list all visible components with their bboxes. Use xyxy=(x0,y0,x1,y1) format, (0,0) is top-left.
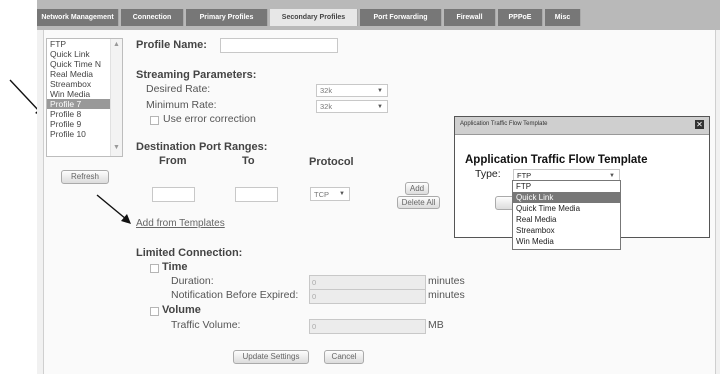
destination-port-ranges-heading: Destination Port Ranges: xyxy=(136,141,268,153)
col-from-header: From xyxy=(159,155,187,167)
notification-label: Notification Before Expired: xyxy=(171,289,299,301)
protocol-select[interactable]: TCP ▼ xyxy=(310,187,350,201)
error-correction-checkbox[interactable] xyxy=(150,116,159,125)
limited-connection-heading: Limited Connection: xyxy=(136,247,243,259)
profile-list-item[interactable]: Streambox xyxy=(47,79,112,89)
profile-list-item[interactable]: FTP xyxy=(47,39,112,49)
notification-unit: minutes xyxy=(428,289,465,301)
delete-all-button[interactable]: Delete All xyxy=(397,196,440,209)
time-label: Time xyxy=(162,261,188,273)
desired-rate-label: Desired Rate: xyxy=(146,83,211,95)
tab-pppoe[interactable]: PPPoE xyxy=(498,9,543,26)
col-protocol-header: Protocol xyxy=(309,156,354,168)
profile-listbox[interactable]: FTP Quick Link Quick Time N Real Media S… xyxy=(46,38,123,157)
type-value: FTP xyxy=(517,171,532,180)
dropdown-option[interactable]: Quick Time Media xyxy=(513,203,620,214)
scroll-down-icon[interactable]: ▼ xyxy=(113,144,120,151)
traffic-volume-input[interactable]: 0 xyxy=(309,319,426,334)
type-label: Type: xyxy=(475,168,501,180)
minimum-rate-select[interactable]: 32k ▼ xyxy=(316,100,388,113)
dialog-window-title: Application Traffic Flow Template xyxy=(460,121,548,127)
time-checkbox[interactable] xyxy=(150,264,159,273)
col-to-header: To xyxy=(242,155,255,167)
chevron-down-icon: ▼ xyxy=(377,88,383,94)
profile-list-item[interactable]: Quick Time N xyxy=(47,59,112,69)
add-button[interactable]: Add xyxy=(405,182,429,195)
dialog-heading: Application Traffic Flow Template xyxy=(465,154,648,166)
notification-input[interactable]: 0 xyxy=(309,289,426,304)
dropdown-option[interactable]: FTP xyxy=(513,181,620,192)
profile-list-item-selected[interactable]: Profile 7 xyxy=(47,99,112,109)
volume-checkbox[interactable] xyxy=(150,307,159,316)
desired-rate-value: 32k xyxy=(320,86,333,95)
close-icon[interactable]: ✕ xyxy=(695,120,704,129)
refresh-button[interactable]: Refresh xyxy=(61,170,109,184)
chevron-down-icon: ▼ xyxy=(377,104,383,110)
volume-label: Volume xyxy=(162,304,201,316)
minimum-rate-value: 32k xyxy=(320,102,333,111)
tab-secondary-profiles[interactable]: Secondary Profiles xyxy=(270,9,358,26)
profile-list-item[interactable]: Profile 10 xyxy=(47,129,112,139)
tab-connection[interactable]: Connection xyxy=(121,9,184,26)
protocol-value: TCP xyxy=(314,190,329,199)
callout-arrow-templates xyxy=(96,194,131,224)
dropdown-option[interactable]: Streambox xyxy=(513,225,620,236)
traffic-volume-label: Traffic Volume: xyxy=(171,319,241,331)
scroll-up-icon[interactable]: ▲ xyxy=(113,41,120,48)
cancel-button[interactable]: Cancel xyxy=(324,350,364,364)
tab-firewall[interactable]: Firewall xyxy=(444,9,496,26)
chevron-down-icon: ▼ xyxy=(339,191,345,197)
duration-unit: minutes xyxy=(428,275,465,287)
duration-label: Duration: xyxy=(171,275,214,287)
profile-list-item[interactable]: Profile 8 xyxy=(47,109,112,119)
duration-input[interactable]: 0 xyxy=(309,275,426,290)
dropdown-option[interactable]: Win Media xyxy=(513,236,620,247)
profile-name-input[interactable] xyxy=(220,38,338,53)
listbox-scrollbar[interactable]: ▲ ▼ xyxy=(110,39,122,156)
tab-port-forwarding[interactable]: Port Forwarding xyxy=(360,9,442,26)
error-correction-label: Use error correction xyxy=(163,113,256,125)
port-to-input[interactable] xyxy=(235,187,278,202)
tab-primary-profiles[interactable]: Primary Profiles xyxy=(186,9,268,26)
dropdown-option-highlighted[interactable]: Quick Link xyxy=(513,192,620,203)
minimum-rate-label: Minimum Rate: xyxy=(146,99,217,111)
update-settings-button[interactable]: Update Settings xyxy=(233,350,309,364)
profile-list-item[interactable]: Real Media xyxy=(47,69,112,79)
profile-name-label: Profile Name: xyxy=(136,39,207,51)
dialog-titlebar[interactable]: Application Traffic Flow Template ✕ xyxy=(455,117,709,135)
type-dropdown-list[interactable]: FTP Quick Link Quick Time Media Real Med… xyxy=(512,180,621,250)
profile-list-item[interactable]: Quick Link xyxy=(47,49,112,59)
dropdown-option[interactable]: Real Media xyxy=(513,214,620,225)
tab-misc[interactable]: Misc xyxy=(545,9,581,26)
port-from-input[interactable] xyxy=(152,187,195,202)
streaming-parameters-heading: Streaming Parameters: xyxy=(136,69,257,81)
add-from-templates-link[interactable]: Add from Templates xyxy=(136,218,225,229)
traffic-volume-unit: MB xyxy=(428,319,444,331)
tab-network-management[interactable]: Network Management xyxy=(37,9,119,26)
profile-list-item[interactable]: Profile 9 xyxy=(47,119,112,129)
desired-rate-select[interactable]: 32k ▼ xyxy=(316,84,388,97)
tab-bar: Network Management Connection Primary Pr… xyxy=(37,0,720,30)
profile-list-item[interactable]: Win Media xyxy=(47,89,112,99)
